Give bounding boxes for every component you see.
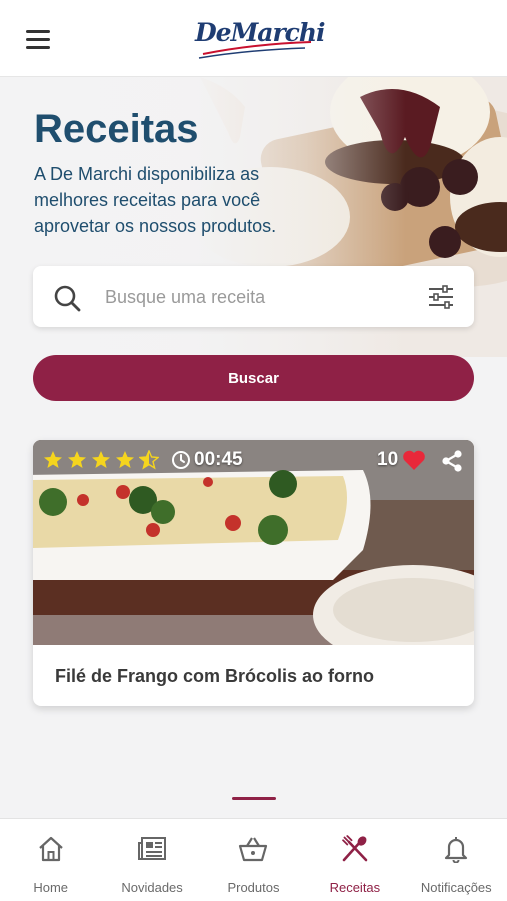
star-icon [44, 451, 62, 468]
nav-label: Notificações [420, 880, 492, 895]
nav-produtos[interactable]: Produtos [203, 819, 304, 901]
nav-label: Home [33, 880, 69, 895]
bottom-navigation: Home Novidades Produtos Receitas Notific… [0, 818, 507, 901]
share-icon[interactable] [441, 449, 463, 473]
likes[interactable]: 10 [377, 449, 426, 471]
search-button[interactable]: Buscar [33, 355, 474, 401]
search-input[interactable] [103, 266, 407, 329]
likes-count: 10 [377, 449, 399, 470]
nav-home[interactable]: Home [0, 819, 101, 901]
nav-label: Novidades [121, 880, 183, 895]
nav-label: Receitas [329, 880, 381, 895]
newspaper-icon [138, 837, 167, 860]
star-icon [92, 451, 110, 468]
nav-receitas[interactable]: Receitas [304, 819, 405, 901]
rating-stars [43, 450, 163, 470]
star-icon [116, 451, 134, 468]
home-icon [38, 836, 63, 862]
half-star-icon [139, 450, 159, 470]
filter-icon[interactable] [427, 285, 455, 309]
nav-novidades[interactable]: Novidades [101, 819, 202, 901]
scroll-indicator [232, 797, 276, 800]
nav-notificacoes[interactable]: Notificações [406, 819, 507, 901]
top-app-bar: DeMarchi [0, 0, 507, 77]
prep-time-text: 00:45 [194, 449, 243, 470]
prep-time: 00:45 [171, 449, 243, 471]
heart-icon[interactable] [402, 449, 426, 471]
recipe-card[interactable]: 00:45 10 Filé de Frango com Brócolis ao … [33, 440, 474, 706]
basket-icon [239, 837, 268, 862]
page-subtitle: A De Marchi disponibiliza as melhores re… [34, 164, 277, 236]
utensils-icon [342, 835, 368, 862]
search-icon[interactable] [53, 284, 81, 312]
demarchi-logo[interactable]: DeMarchi [193, 14, 326, 62]
bell-icon [445, 837, 468, 863]
menu-icon[interactable] [26, 30, 50, 50]
logo-text: DeMarchi [195, 18, 326, 47]
page-title: Receitas [34, 107, 199, 151]
star-icon [68, 451, 86, 468]
nav-label: Produtos [227, 880, 280, 895]
search-box [33, 266, 474, 329]
recipe-title: Filé de Frango com Brócolis ao forno [55, 666, 375, 686]
clock-icon [172, 451, 190, 469]
